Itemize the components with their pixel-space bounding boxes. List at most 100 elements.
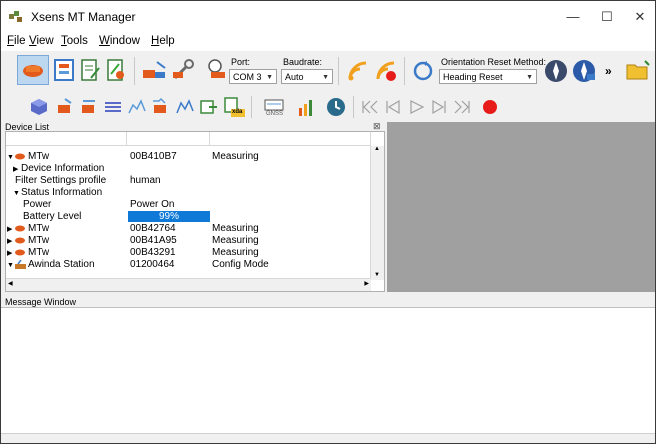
orientation-reset-icon[interactable] [411,59,435,83]
property-name: Power [23,199,52,210]
mtw-sensor-icon [15,237,25,244]
export-log-icon[interactable] [199,97,219,117]
app-window: Xsens MT Manager — ☐ ✕ File View Tools W… [0,0,656,444]
data-plot-icon[interactable] [175,97,195,117]
output-configuration-icon[interactable] [79,58,101,82]
menu-file[interactable]: File [7,35,26,47]
menu-help[interactable]: Help [151,35,175,47]
scroll-right-icon[interactable]: ▶ [364,280,369,287]
window-title: Xsens MT Manager [31,10,136,24]
step-back-icon[interactable] [385,99,401,115]
export-xda-button[interactable]: xda [223,96,245,118]
pressure-data-icon[interactable] [79,97,99,117]
close-button[interactable]: ✕ [623,6,655,28]
filter-profile-icon[interactable] [105,58,127,82]
baudrate-select[interactable]: Auto ▼ [281,69,333,84]
message-window [1,307,655,434]
rf-connect-icon[interactable] [346,59,370,83]
orientation-view-icon[interactable] [29,97,49,117]
expand-arrow-icon[interactable]: ▶ [7,235,12,247]
table-row[interactable]: Filter Settings profile human [6,175,370,186]
toolbar-separator [353,96,354,118]
chevron-down-icon: ▼ [322,74,329,81]
station-id: 01200464 [130,259,175,270]
toolbar-separator [404,57,405,85]
table-row[interactable]: ▶ MTw 00B43291 Measuring [6,247,370,258]
expand-arrow-icon[interactable]: ▶ [7,223,12,235]
group-name: Device Information [21,163,105,174]
table-row[interactable]: ▼ MTw 00B410B7 Measuring [6,151,370,162]
device-name: MTw [28,247,50,258]
view-toolbar: xda GNSS [1,93,655,121]
magnetic-field-mapper-icon[interactable] [571,58,597,84]
device-status: Measuring [212,247,259,258]
wireless-master-icon[interactable] [141,58,167,82]
table-row[interactable]: ▶ MTw 00B42764 Measuring [6,223,370,234]
station-name: Awinda Station [28,259,95,270]
line-graph-icon[interactable] [127,97,147,117]
device-settings-icon[interactable] [53,58,75,82]
device-name: MTw [28,235,50,246]
collapse-arrow-icon[interactable]: ▼ [13,187,20,199]
mtw-sensor-icon [15,225,25,232]
table-row[interactable]: Battery Level 99% [6,211,370,222]
toolbar-overflow-button[interactable]: » [605,64,612,78]
scan-devices-button[interactable] [17,55,49,85]
menu-view[interactable]: View [29,35,54,47]
workspace-area [387,122,655,292]
device-name: MTw [28,223,50,234]
skip-to-end-icon[interactable] [453,99,471,115]
column-header-name[interactable] [6,132,127,146]
menu-window[interactable]: Window [99,35,140,47]
orientation-reset-select[interactable]: Heading Reset ▼ [439,69,537,84]
skip-to-start-icon[interactable] [361,99,379,115]
clock-sync-icon[interactable] [325,96,347,118]
gnss-label: GNSS [266,111,284,117]
record-icon[interactable] [481,98,499,116]
device-id: 00B41A95 [130,235,177,246]
baudrate-value: Auto [285,72,304,82]
column-header-id[interactable] [127,132,210,146]
vertical-scrollbar[interactable]: ▲ ▼ [370,146,384,280]
minimize-button[interactable]: — [556,6,590,28]
toolbar-separator [134,57,135,85]
device-status: Measuring [212,235,259,246]
menu-tools[interactable]: Tools [61,35,88,47]
rf-disconnect-icon[interactable] [374,59,398,83]
mtw-sensor-icon [23,65,43,77]
table-row[interactable]: ▼ Awinda Station 01200464 Config Mode [6,259,370,270]
inertial-data-icon[interactable] [55,97,75,117]
multi-data-icon[interactable] [103,97,123,117]
column-header-status[interactable] [210,132,371,146]
expand-arrow-icon[interactable]: ▶ [7,247,12,259]
baudrate-label: Baudrate: [283,57,323,67]
scroll-up-icon[interactable]: ▲ [374,146,380,152]
scroll-down-icon[interactable]: ▼ [374,272,380,278]
scroll-left-icon[interactable]: ◀ [8,280,13,287]
table-row[interactable]: ▶ Device Information [6,163,370,174]
device-list-table: ▼ MTw 00B410B7 Measuring ▶ Device Inform… [5,131,385,292]
table-row[interactable]: ▶ MTw 00B41A95 Measuring [6,235,370,246]
port-select[interactable]: COM 3 ▼ [229,69,277,84]
rtk-chart-icon[interactable] [295,96,317,118]
tools-wrench-icon[interactable] [171,58,197,82]
table-row[interactable]: ▼ Status Information [6,187,370,198]
sensor-graph-icon[interactable] [151,97,171,117]
maximize-button[interactable]: ☐ [590,6,624,28]
port-connection-icon [208,59,225,78]
mtw-sensor-icon [15,153,25,160]
collapse-arrow-icon[interactable]: ▼ [7,259,14,271]
compass-calibration-icon[interactable] [543,58,569,84]
device-name: MTw [28,151,50,162]
expand-arrow-icon[interactable]: ▼ [7,151,14,163]
expand-arrow-icon[interactable]: ▶ [13,163,18,175]
menu-bar: File View Tools Window Help [1,33,655,51]
step-forward-icon[interactable] [431,99,447,115]
play-icon[interactable] [409,99,425,115]
open-folder-icon[interactable] [625,57,651,83]
table-row[interactable]: Power Power On [6,199,370,210]
device-id: 00B42764 [130,223,176,234]
chevron-down-icon: ▼ [526,74,533,81]
gnss-button[interactable]: GNSS [263,96,285,118]
horizontal-scrollbar[interactable]: ◀ ▶ [6,278,371,291]
